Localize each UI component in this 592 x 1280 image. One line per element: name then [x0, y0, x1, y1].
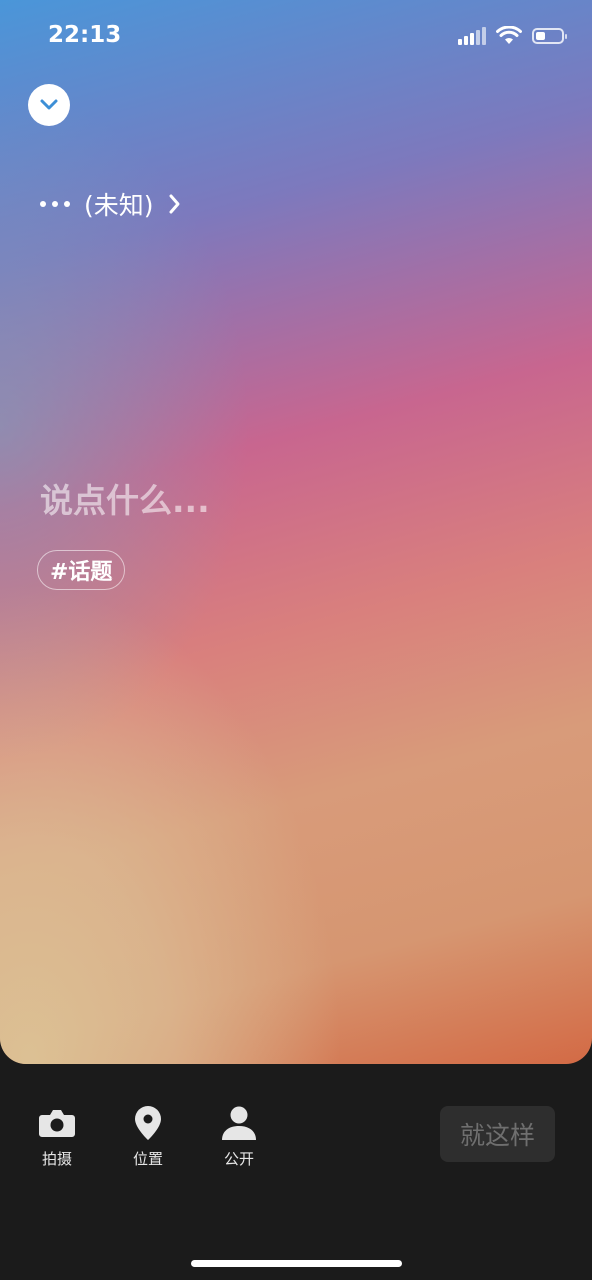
battery-icon — [532, 28, 567, 44]
submit-button[interactable]: 就这样 — [440, 1106, 555, 1162]
song-selector[interactable]: (未知) — [40, 186, 182, 222]
toolbar-item-visibility[interactable]: 公开 — [209, 1104, 269, 1169]
chevron-down-icon — [40, 99, 58, 110]
toolbar-label-location: 位置 — [132, 1150, 163, 1168]
collapse-button[interactable] — [28, 84, 70, 126]
signal-icon — [458, 27, 486, 45]
post-composer-screen: 22:13 (未知) 说点什么... #话题 拍摄 位置 公开 就这样 — [0, 0, 592, 1280]
toolbar-label-visibility: 公开 — [223, 1150, 254, 1168]
toolbar-label-camera: 拍摄 — [41, 1150, 72, 1168]
status-icons — [458, 26, 567, 46]
toolbar-item-camera[interactable]: 拍摄 — [27, 1104, 87, 1169]
wifi-icon — [496, 26, 522, 44]
song-title: (未知) — [84, 191, 154, 220]
location-pin-icon — [135, 1106, 161, 1140]
more-dots-icon — [40, 201, 70, 207]
chevron-right-icon — [169, 194, 180, 214]
post-text-input[interactable]: 说点什么... — [40, 474, 210, 522]
toolbar-item-location[interactable]: 位置 — [118, 1104, 178, 1169]
camera-icon — [39, 1110, 75, 1137]
person-icon — [222, 1106, 256, 1140]
status-time: 22:13 — [48, 22, 122, 48]
home-indicator[interactable] — [191, 1260, 402, 1267]
topic-chip[interactable]: #话题 — [37, 550, 126, 590]
gradient-card: 22:13 (未知) 说点什么... #话题 — [0, 0, 592, 1064]
